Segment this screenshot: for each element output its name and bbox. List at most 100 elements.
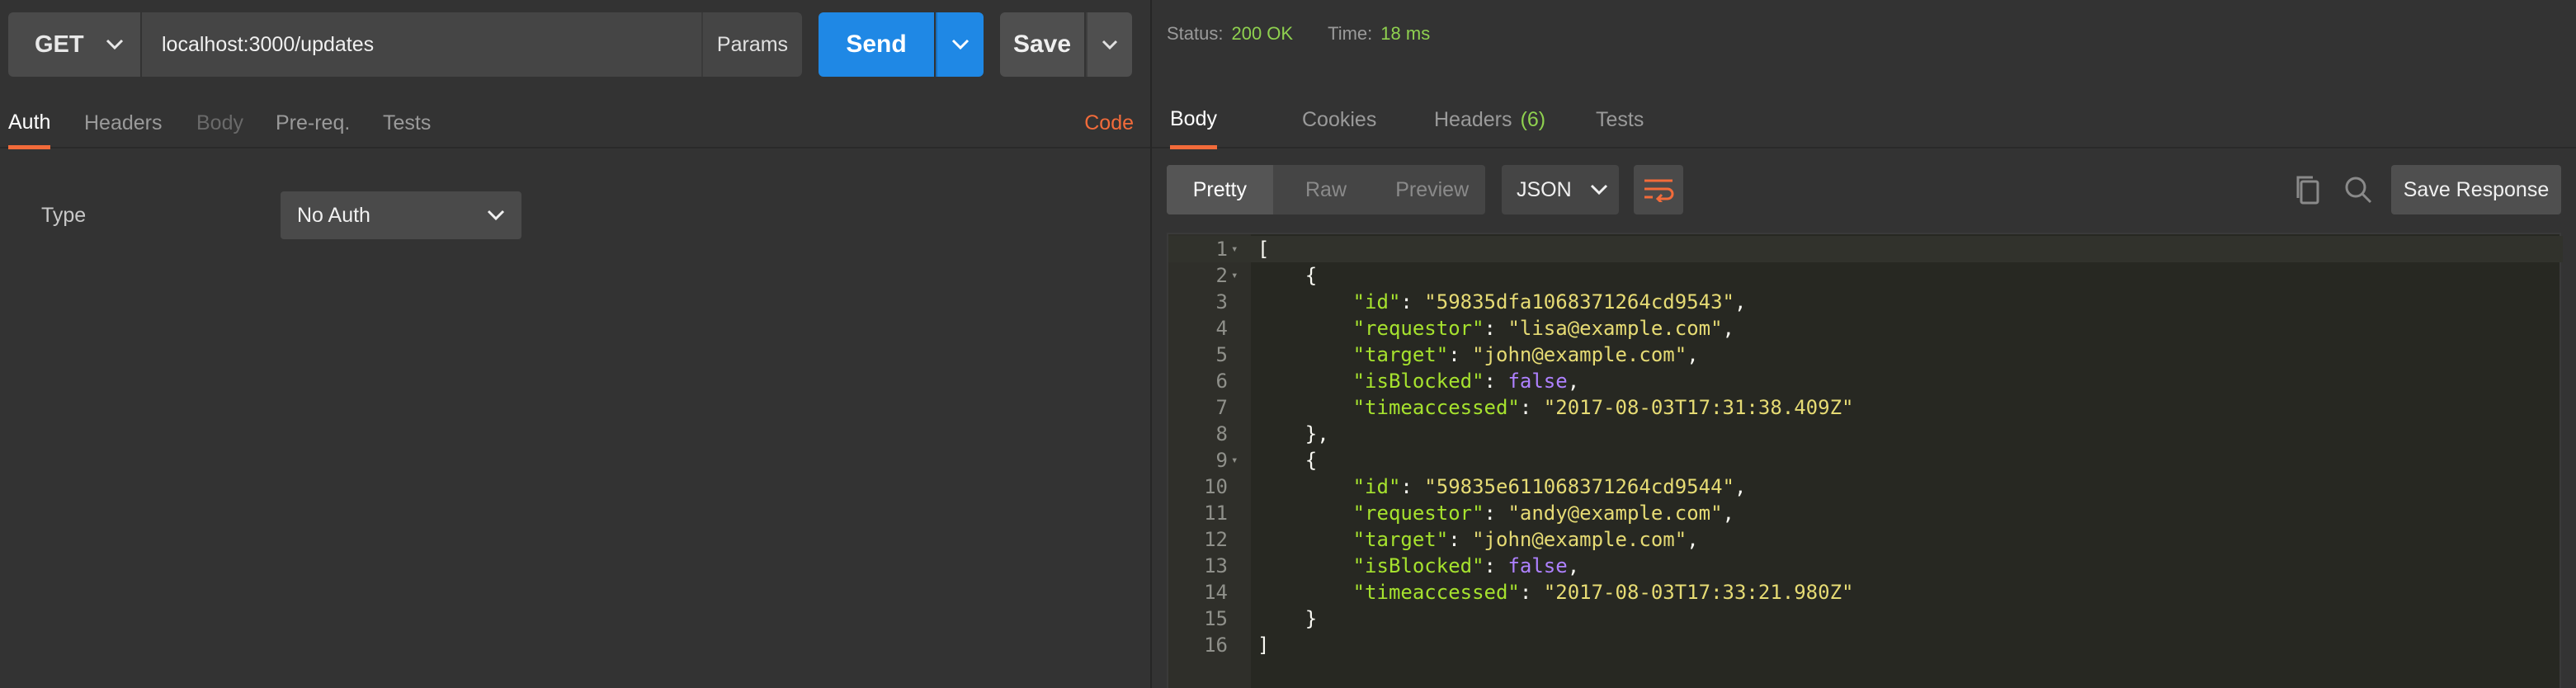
code-line: 12 "target": "john@example.com", — [1168, 526, 2563, 553]
line-number: 5 — [1215, 343, 1228, 366]
format-select[interactable]: JSON — [1502, 165, 1619, 214]
code-text: ] — [1257, 634, 1270, 657]
code-line: 16] — [1168, 632, 2563, 658]
code-line: 8 }, — [1168, 421, 2563, 447]
save-response-button[interactable]: Save Response — [2391, 165, 2561, 214]
time-label: Time: — [1328, 23, 1373, 44]
auth-type-select[interactable]: No Auth — [281, 191, 521, 239]
send-label: Send — [846, 31, 907, 58]
code-line: 5 "target": "john@example.com", — [1168, 342, 2563, 368]
url-text: localhost:3000/updates — [162, 32, 375, 56]
view-preview-label: Preview — [1395, 177, 1470, 201]
code-text: { — [1257, 264, 1318, 287]
save-dropdown-button[interactable] — [1086, 12, 1132, 77]
line-number: 13 — [1204, 554, 1228, 577]
code-text: }, — [1257, 422, 1329, 445]
line-number: 11 — [1204, 502, 1228, 525]
line-number: 16 — [1204, 634, 1228, 657]
response-pane: Status: 200 OK Time: 18 ms Body Cookies … — [1152, 0, 2576, 688]
copy-icon[interactable] — [2292, 173, 2325, 206]
tab-label: Headers — [1434, 107, 1512, 131]
auth-type-label: Type — [41, 203, 87, 227]
code-text: "timeaccessed": "2017-08-03T17:33:21.980… — [1352, 581, 1854, 604]
line-number: 2 — [1215, 264, 1228, 287]
line-number: 10 — [1204, 475, 1228, 498]
chevron-down-icon — [951, 39, 970, 50]
code-text: } — [1257, 607, 1318, 630]
view-pretty-button[interactable]: Pretty — [1167, 165, 1273, 214]
fold-toggle-icon[interactable]: ▾ — [1231, 236, 1238, 262]
save-button[interactable]: Save — [1000, 12, 1084, 77]
search-icon[interactable] — [2342, 173, 2375, 206]
chevron-down-icon — [106, 39, 123, 50]
request-tabs: Auth Headers Body Pre-req. Tests — [0, 99, 1150, 149]
view-mode-toggle: Pretty Raw Preview — [1167, 165, 1485, 214]
wrap-lines-icon — [1644, 179, 1674, 202]
code-line: 6 "isBlocked": false, — [1168, 368, 2563, 394]
tab-response-headers[interactable]: Headers (6) — [1434, 92, 1545, 147]
response-tabs: Body Cookies Headers (6) Tests — [1152, 92, 2576, 149]
code-line: 4 "requestor": "lisa@example.com", — [1168, 315, 2563, 342]
line-number: 15 — [1204, 607, 1228, 630]
code-line: 3 "id": "59835dfa1068371264cd9543", — [1168, 289, 2563, 315]
code-line: 14 "timeaccessed": "2017-08-03T17:33:21.… — [1168, 579, 2563, 606]
time-value: 18 ms — [1380, 23, 1431, 44]
code-line: 15 } — [1168, 606, 2563, 632]
code-line: 7 "timeaccessed": "2017-08-03T17:31:38.4… — [1168, 394, 2563, 421]
wrap-lines-button[interactable] — [1634, 165, 1683, 214]
tab-label: Auth — [8, 110, 51, 134]
tab-label: Pre-req. — [276, 111, 351, 134]
view-raw-label: Raw — [1305, 177, 1347, 201]
code-line: 1 ▾ [ — [1168, 236, 2563, 262]
tab-label: Cookies — [1302, 107, 1377, 131]
line-number: 8 — [1215, 422, 1228, 445]
fold-toggle-icon[interactable]: ▾ — [1231, 262, 1238, 289]
code-text: "isBlocked": false, — [1352, 554, 1580, 577]
send-dropdown-button[interactable] — [936, 12, 984, 77]
fold-toggle-icon[interactable]: ▾ — [1231, 447, 1238, 474]
code-text: "id": "59835dfa1068371264cd9543", — [1352, 290, 1747, 313]
view-pretty-label: Pretty — [1192, 177, 1247, 201]
format-value: JSON — [1517, 177, 1572, 201]
code-line: 2 ▾ { — [1168, 262, 2563, 289]
params-button[interactable]: Params — [701, 12, 802, 77]
chevron-down-icon — [1102, 40, 1118, 49]
response-body-editor[interactable]: 1 ▾[2 ▾ {3 "id": "59835dfa1068371264cd9543… — [1167, 233, 2563, 688]
code-text: "target": "john@example.com", — [1352, 528, 1699, 551]
headers-count-badge: (6) — [1520, 107, 1546, 131]
code-line: 11 "requestor": "andy@example.com", — [1168, 500, 2563, 526]
view-preview-button[interactable]: Preview — [1379, 165, 1485, 214]
auth-type-value: No Auth — [297, 203, 370, 227]
tab-auth[interactable]: Auth — [8, 99, 51, 149]
send-button[interactable]: Send — [819, 12, 934, 77]
line-number: 6 — [1215, 370, 1228, 393]
tab-pre-request[interactable]: Pre-req. — [276, 99, 350, 147]
tab-label: Body — [1170, 106, 1217, 130]
code-line: 13 "isBlocked": false, — [1168, 553, 2563, 579]
code-text: "requestor": "andy@example.com", — [1352, 502, 1734, 525]
view-raw-button[interactable]: Raw — [1273, 165, 1380, 214]
tab-label: Body — [196, 111, 243, 134]
request-pane: GET localhost:3000/updates Params Send S… — [0, 0, 1150, 688]
line-number: 4 — [1215, 317, 1228, 340]
line-number: 9 — [1215, 449, 1228, 472]
response-meta: Status: 200 OK Time: 18 ms — [1167, 23, 1430, 45]
tab-headers[interactable]: Headers — [84, 99, 163, 147]
url-input[interactable]: localhost:3000/updates — [142, 12, 701, 77]
line-number: 7 — [1215, 396, 1228, 419]
code-link[interactable]: Code — [1084, 99, 1134, 147]
params-label: Params — [716, 32, 789, 56]
chevron-down-icon — [1590, 184, 1607, 196]
tab-label: Tests — [383, 111, 432, 134]
method-select[interactable]: GET — [8, 12, 140, 77]
code-text: [ — [1257, 238, 1270, 261]
tab-response-body[interactable]: Body — [1170, 92, 1217, 149]
tab-body: Body — [196, 99, 243, 147]
method-label: GET — [35, 31, 84, 58]
tab-cookies[interactable]: Cookies — [1302, 92, 1376, 147]
tab-response-tests[interactable]: Tests — [1596, 92, 1644, 147]
save-response-label: Save Response — [2403, 177, 2550, 201]
save-label: Save — [1012, 31, 1072, 58]
tab-tests[interactable]: Tests — [383, 99, 431, 147]
line-number: 14 — [1204, 581, 1228, 604]
